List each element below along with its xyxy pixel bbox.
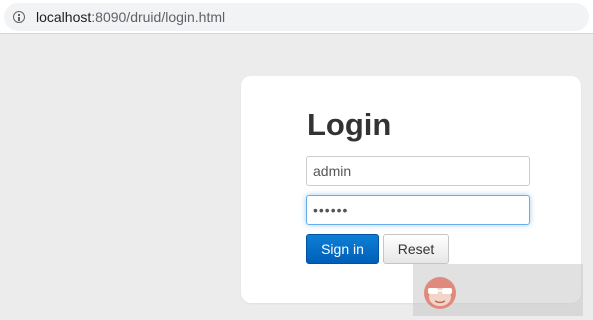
browser-address-bar: localhost:8090/druid/login.html xyxy=(0,0,593,34)
info-icon[interactable] xyxy=(13,11,25,23)
sign-in-button[interactable]: Sign in xyxy=(306,234,379,264)
login-title: Login xyxy=(307,107,392,142)
reset-button[interactable]: Reset xyxy=(383,234,449,264)
url-field[interactable]: localhost:8090/druid/login.html xyxy=(4,3,589,31)
url-text[interactable]: localhost:8090/druid/login.html xyxy=(36,9,225,25)
username-input[interactable] xyxy=(306,156,530,186)
url-host: localhost xyxy=(36,9,92,25)
sunglasses-avatar-icon xyxy=(424,277,456,309)
password-input[interactable] xyxy=(306,195,530,225)
url-path: :8090/druid/login.html xyxy=(91,9,226,25)
